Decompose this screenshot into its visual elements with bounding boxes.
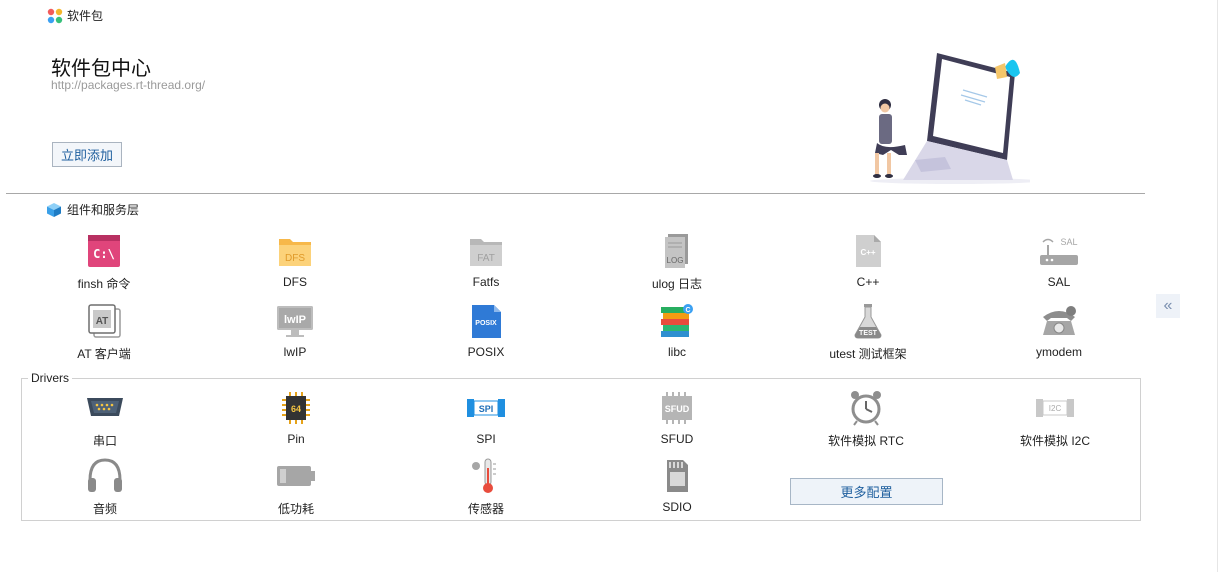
package-center-url[interactable]: http://packages.rt-thread.org/ <box>51 78 205 92</box>
driver-label: 软件模拟 I2C <box>1019 434 1090 448</box>
at-icon: AT <box>88 304 121 338</box>
svg-text:C: C <box>685 307 690 314</box>
driver-item-rtc[interactable]: 软件模拟 RTC <box>796 390 936 449</box>
svg-text:C:\: C:\ <box>93 247 115 261</box>
headphones-icon <box>88 458 122 492</box>
svg-text:FAT: FAT <box>477 253 495 264</box>
component-label: libc <box>667 345 686 359</box>
components-section-title: 组件和服务层 <box>67 203 140 217</box>
component-item-sal[interactable]: SAL SAL <box>989 233 1129 289</box>
component-label: AT 客户端 <box>77 347 131 361</box>
books-icon: C <box>661 304 693 337</box>
terminal-icon: C:\ <box>88 235 120 267</box>
component-item-libc[interactable]: C libc <box>607 303 747 359</box>
svg-text:C++: C++ <box>860 248 875 257</box>
svg-text:SFUD: SFUD <box>665 404 690 414</box>
log-file-icon: LOG <box>665 234 688 268</box>
fat-folder-icon: FAT <box>470 239 502 266</box>
panel-border <box>1217 0 1218 572</box>
battery-icon <box>277 466 315 486</box>
alarm-clock-icon <box>851 391 881 426</box>
driver-item-sfud[interactable]: SFUD SFUD <box>607 390 747 446</box>
svg-text:LOG: LOG <box>667 256 684 265</box>
component-item-fatfs[interactable]: FAT Fatfs <box>416 233 556 289</box>
section-divider <box>6 193 1145 194</box>
component-item-ulog[interactable]: LOG ulog 日志 <box>607 233 747 292</box>
sfud-chip-icon: SFUD <box>662 392 692 424</box>
svg-text:POSIX: POSIX <box>475 320 497 327</box>
folder-icon: DFS <box>279 239 311 266</box>
telephone-icon <box>1043 306 1076 335</box>
laptop-person-illustration <box>870 53 1030 184</box>
component-item-at-client[interactable]: AT AT 客户端 <box>34 303 174 362</box>
component-item-dfs[interactable]: DFS DFS <box>225 233 365 289</box>
spi-icon: SPI <box>467 399 505 417</box>
drivers-group <box>21 378 1141 521</box>
component-item-posix[interactable]: POSIX POSIX <box>416 303 556 359</box>
svg-text:AT: AT <box>96 316 109 327</box>
component-label: finsh 命令 <box>77 277 131 291</box>
svg-text:SPI: SPI <box>479 404 494 414</box>
driver-item-i2c[interactable]: I2C 软件模拟 I2C <box>985 390 1125 449</box>
component-label: POSIX <box>467 345 505 359</box>
component-item-utest[interactable]: TEST utest 测试框架 <box>798 303 938 362</box>
driver-item-pin[interactable]: 64 Pin <box>226 390 366 446</box>
flask-icon: TEST <box>854 304 882 339</box>
svg-text:TEST: TEST <box>859 330 878 337</box>
component-label: DFS <box>283 275 307 289</box>
driver-label: 串口 <box>92 434 117 448</box>
component-label: utest 测试框架 <box>829 347 907 361</box>
i2c-icon: I2C <box>1036 399 1074 417</box>
cube-icon <box>47 203 61 217</box>
cpp-file-icon: C++ <box>856 235 881 267</box>
driver-label: SDIO <box>662 500 692 514</box>
driver-item-serial[interactable]: 串口 <box>35 390 175 449</box>
component-label: Fatfs <box>472 275 500 289</box>
sd-card-icon <box>667 460 688 492</box>
driver-label: 低功耗 <box>277 502 314 516</box>
posix-doc-icon: POSIX <box>472 305 501 338</box>
package-logo-icon <box>47 8 63 24</box>
double-chevron-left-icon: « <box>1163 297 1173 314</box>
component-label: lwIP <box>283 345 307 359</box>
router-icon: SAL <box>1040 237 1078 265</box>
svg-text:64: 64 <box>291 404 301 414</box>
component-label: SAL <box>1047 275 1071 289</box>
driver-label: 音频 <box>92 502 117 516</box>
component-item-lwip[interactable]: lwIP lwIP <box>225 303 365 359</box>
driver-item-low-power[interactable]: 低功耗 <box>226 458 366 517</box>
driver-item-sdio[interactable]: SDIO <box>607 458 747 514</box>
driver-item-audio[interactable]: 音频 <box>35 458 175 517</box>
driver-label: SFUD <box>660 432 694 446</box>
driver-item-sensor[interactable]: 传感器 <box>416 458 556 517</box>
component-item-ymodem[interactable]: ymodem <box>989 303 1129 359</box>
driver-item-spi[interactable]: SPI SPI <box>416 390 556 446</box>
svg-text:lwIP: lwIP <box>284 314 306 326</box>
driver-label: 软件模拟 RTC <box>828 434 904 448</box>
chip-icon: 64 <box>282 392 310 424</box>
add-now-button[interactable]: 立即添加 <box>52 142 122 167</box>
driver-label: 传感器 <box>467 502 504 516</box>
header-title: 软件包 <box>67 9 104 23</box>
serial-port-icon <box>87 398 123 416</box>
thermometer-icon <box>472 458 496 493</box>
collapse-panel-button[interactable]: « <box>1156 294 1180 318</box>
component-label: ulog 日志 <box>651 277 703 291</box>
component-label: ymodem <box>1035 345 1082 359</box>
more-config-button[interactable]: 更多配置 <box>790 478 943 505</box>
svg-text:I2C: I2C <box>1049 404 1062 413</box>
component-item-cpp[interactable]: C++ C++ <box>798 233 938 289</box>
svg-text:SAL: SAL <box>1060 237 1077 247</box>
driver-label: SPI <box>476 432 496 446</box>
svg-text:DFS: DFS <box>285 253 305 264</box>
component-label: C++ <box>856 275 880 289</box>
drivers-group-title: Drivers <box>28 371 72 385</box>
driver-label: Pin <box>287 432 305 446</box>
monitor-icon: lwIP <box>277 306 313 337</box>
component-item-finsh[interactable]: C:\ finsh 命令 <box>34 233 174 292</box>
package-center-title: 软件包中心 <box>51 58 151 80</box>
